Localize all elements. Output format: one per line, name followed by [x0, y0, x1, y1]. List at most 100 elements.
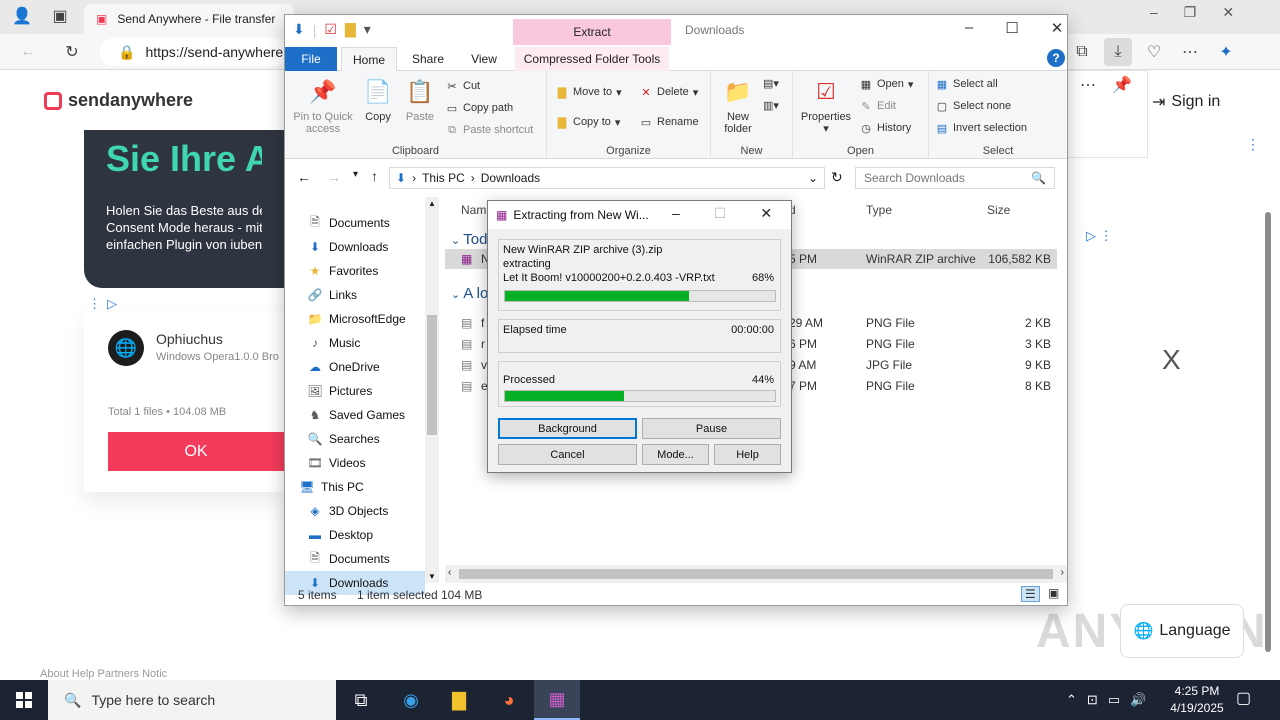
page-scrollbar[interactable]	[1262, 196, 1274, 652]
back-icon[interactable]: ←	[297, 169, 311, 185]
downloads-icon[interactable]: ⬇	[293, 21, 305, 38]
recent-locations-icon[interactable]: ▾	[353, 169, 358, 180]
help-icon[interactable]: ?	[1047, 49, 1065, 67]
details-view-icon[interactable]: ☰	[1021, 586, 1040, 602]
start-button[interactable]	[0, 680, 48, 720]
more-icon[interactable]: ⋯	[1176, 38, 1204, 66]
horizontal-scroll-thumb[interactable]	[459, 569, 1053, 579]
breadcrumb-downloads[interactable]: Downloads	[481, 171, 540, 185]
history-button[interactable]: ◷ History	[859, 121, 911, 135]
adchoices-icon[interactable]: ▷ ⋮	[1086, 228, 1113, 244]
mode-button[interactable]: Mode...	[642, 444, 709, 465]
new-folder-icon[interactable]: ▇	[345, 21, 356, 38]
column-name[interactable]: Nam	[461, 203, 486, 217]
new-item-icon[interactable]: ▤▾	[763, 77, 779, 90]
search-input[interactable]: Search Downloads 🔍	[855, 167, 1055, 189]
close-ad-button[interactable]: X	[1162, 344, 1181, 376]
extract-context-tab[interactable]: Extract	[513, 19, 671, 45]
move-to-button[interactable]: ▇ Move to ▾	[555, 85, 622, 99]
group-header-long-ago[interactable]: ⌄ A lo	[451, 285, 488, 302]
nav-scrollbar[interactable]: ▲ ▼	[425, 197, 439, 583]
collections-icon[interactable]: ⧉	[1068, 38, 1096, 66]
language-button[interactable]: 🌐 Language	[1120, 604, 1244, 658]
pin-icon[interactable]: 📌	[1108, 71, 1136, 99]
tab-file[interactable]: File	[285, 47, 337, 71]
minimize-icon[interactable]: –	[965, 19, 973, 37]
close-icon[interactable]: ✕	[760, 205, 772, 222]
downloads-icon[interactable]: ⤓	[1104, 38, 1132, 66]
tab-view[interactable]: View	[461, 47, 507, 71]
edge-icon[interactable]: ◉	[388, 680, 434, 720]
network-icon[interactable]: ▭	[1108, 692, 1120, 708]
sign-in-link[interactable]: ⇥ Sign in	[1152, 92, 1220, 112]
minimize-icon[interactable]: –	[1150, 4, 1158, 21]
more-icon[interactable]: ⋯	[1074, 71, 1102, 99]
tab-home[interactable]: Home	[341, 47, 397, 72]
refresh-icon[interactable]: ↻	[831, 169, 843, 186]
paste-shortcut-button[interactable]: ⧉ Paste shortcut	[445, 123, 533, 137]
firefox-icon[interactable]: ◕	[486, 680, 532, 720]
scroll-right-icon[interactable]: ›	[1061, 567, 1064, 578]
copilot-icon[interactable]: ✦	[1212, 38, 1240, 66]
customize-qat-icon[interactable]: ▾	[364, 21, 371, 38]
pause-button[interactable]: Pause	[642, 418, 781, 439]
nav-item[interactable]: ☁ OneDrive	[307, 355, 425, 379]
chevron-up-icon[interactable]: ⌃	[1066, 692, 1077, 708]
url-field[interactable]: 🔒 https://send-anywhere	[100, 38, 290, 66]
chevron-down-icon[interactable]: ⌄	[808, 171, 818, 185]
paste-button[interactable]: 📋 Paste	[403, 77, 437, 124]
column-size[interactable]: Size	[987, 203, 1010, 217]
scroll-left-icon[interactable]: ‹	[448, 567, 451, 578]
horizontal-scrollbar[interactable]: ‹ ›	[445, 565, 1067, 583]
properties-icon[interactable]: ☑	[324, 21, 337, 38]
edit-button[interactable]: ✎ Edit	[859, 99, 896, 113]
column-type[interactable]: Type	[866, 203, 892, 217]
scroll-up-icon[interactable]: ▲	[428, 199, 436, 208]
copy-to-button[interactable]: ▇ Copy to ▾	[555, 115, 621, 129]
maximize-icon[interactable]: ☐	[714, 205, 727, 222]
taskbar-search[interactable]: 🔍 Type here to search	[48, 680, 336, 720]
properties-button[interactable]: ☑ Properties ▾	[799, 77, 853, 136]
nav-item[interactable]: 🔍 Searches	[307, 427, 425, 451]
minimize-icon[interactable]: –	[672, 205, 680, 222]
promo-banner[interactable]: Sie Ihre A Holen Sie das Beste aus dem C…	[84, 130, 284, 288]
nav-item[interactable]: ♪ Music	[307, 331, 425, 355]
cancel-button[interactable]: Cancel	[498, 444, 637, 465]
breadcrumb-this-pc[interactable]: This PC	[422, 171, 465, 185]
profile-icon[interactable]: 👤	[8, 2, 36, 30]
nav-item[interactable]: ★ Favorites	[307, 259, 425, 283]
maximize-icon[interactable]: ❐	[1184, 4, 1197, 21]
ok-button[interactable]: OK	[108, 432, 284, 471]
nav-item[interactable]: 🗎 Documents	[307, 211, 425, 235]
clock[interactable]: 4:25 PM 4/19/2025	[1160, 683, 1234, 717]
meet-now-icon[interactable]: ⊡	[1087, 692, 1098, 708]
nav-item[interactable]: ⬇ Downloads	[307, 235, 425, 259]
tab-compressed-folder-tools[interactable]: Compressed Folder Tools	[515, 47, 669, 71]
group-header-today[interactable]: ⌄ Tod	[451, 231, 487, 248]
nav-item[interactable]: 🎞 Videos	[307, 451, 425, 475]
refresh-icon[interactable]: ↻	[58, 38, 86, 66]
large-icons-view-icon[interactable]: ▣	[1045, 586, 1062, 600]
nav-item[interactable]: 📁 MicrosoftEdge	[307, 307, 425, 331]
select-none-button[interactable]: ▢ Select none	[935, 99, 1011, 113]
footer-links[interactable]: About Help Partners Notic	[40, 668, 167, 680]
nav-item[interactable]: ♞ Saved Games	[307, 403, 425, 427]
nav-item[interactable]: ◈ 3D Objects	[307, 499, 425, 523]
ad-menu-icon[interactable]: ⋮	[1246, 136, 1260, 153]
file-explorer-icon[interactable]: ▇	[436, 680, 482, 720]
up-icon[interactable]: ↑	[371, 168, 378, 184]
ad-choices[interactable]: ⋮ ▷	[88, 296, 117, 312]
invert-selection-button[interactable]: ▤ Invert selection	[935, 121, 1027, 135]
close-icon[interactable]: ✕	[1222, 4, 1234, 21]
logo[interactable]: sendanywhere	[44, 90, 193, 111]
tab-actions-icon[interactable]: ▣	[46, 2, 74, 30]
nav-item[interactable]: ▬ Desktop	[307, 523, 425, 547]
volume-icon[interactable]: 🔊	[1130, 692, 1146, 708]
copy-path-button[interactable]: ▭ Copy path	[445, 101, 513, 115]
tab-send-anywhere[interactable]: ▣ Send Anywhere - File transfer	[84, 4, 294, 34]
pin-quick-access-button[interactable]: 📌 Pin to Quick access	[291, 77, 355, 136]
task-view-icon[interactable]: ⧉	[338, 680, 384, 720]
maximize-icon[interactable]: ☐	[1005, 19, 1018, 37]
breadcrumb[interactable]: ⬇ › This PC › Downloads ⌄	[389, 167, 825, 189]
forward-icon[interactable]: →	[327, 169, 341, 185]
